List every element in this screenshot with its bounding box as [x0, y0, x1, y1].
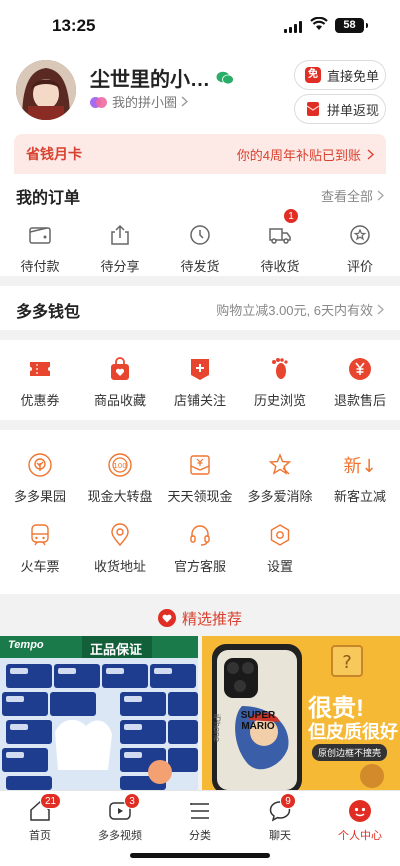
- cashback-button[interactable]: 拼单返现: [294, 94, 386, 124]
- battery-icon: 58: [335, 18, 368, 33]
- train-icon: [27, 522, 53, 548]
- coupon-entry[interactable]: 优惠券: [0, 356, 80, 409]
- store-follow-icon: [187, 356, 213, 382]
- product-subline: 但皮质很好: [308, 722, 398, 742]
- refund-icon: [347, 356, 373, 382]
- chevron-right-icon: [377, 190, 384, 201]
- wallet-title: 多多钱包: [16, 304, 81, 321]
- home-icon: 21: [28, 793, 62, 823]
- free-order-button[interactable]: 免 直接免单: [294, 60, 386, 90]
- recommend-products: Tempo 正品保证 ? iPhone SUPER MARIO 很贵! 但皮质很…: [0, 636, 400, 790]
- savings-month-card[interactable]: 省钱月卡 你的4周年补贴已到账: [14, 134, 386, 174]
- new-customer-entry[interactable]: 新↓ 新客立减: [320, 452, 400, 505]
- order-pending-share[interactable]: 待分享: [80, 222, 160, 275]
- favorite-bag-icon: [107, 356, 133, 382]
- chevron-right-icon: [181, 96, 189, 107]
- wifi-icon: [310, 17, 328, 30]
- category-icon: [188, 799, 212, 823]
- product-tag: 正品保证: [90, 642, 143, 657]
- order-receipt-badge: 1: [283, 208, 299, 224]
- product-image-tissue: [0, 636, 198, 790]
- location-icon: [107, 522, 133, 548]
- wheel-icon: 100: [107, 452, 133, 478]
- status-time: 13:25: [52, 16, 96, 35]
- train-ticket-entry[interactable]: 火车票: [0, 522, 80, 575]
- product-card-tissue[interactable]: Tempo 正品保证: [0, 636, 198, 790]
- chat-badge: 9: [280, 793, 296, 809]
- footprint-icon: [267, 356, 293, 382]
- signal-icon: [284, 21, 302, 33]
- share-icon: [107, 222, 133, 248]
- product-chip: 原创边框不撞壳: [312, 744, 388, 761]
- settings-icon: [267, 522, 293, 548]
- savings-message: 你的4周年补贴已到账: [236, 147, 361, 163]
- chat-icon: 9: [268, 793, 296, 823]
- home-badge: 21: [40, 793, 62, 809]
- free-icon: 免: [305, 67, 321, 83]
- cash-icon: [187, 452, 213, 478]
- orders-title: 我的订单: [16, 190, 81, 207]
- red-envelope-icon: [306, 102, 320, 116]
- star-icon: [267, 452, 293, 478]
- circle-icon: [90, 96, 108, 108]
- recommend-header: 精选推荐: [0, 600, 400, 636]
- chevron-right-icon: [377, 304, 384, 315]
- view-all-orders-link[interactable]: 查看全部: [321, 186, 384, 205]
- services-panel: 优惠券 商品收藏 店铺关注 历史浏览 退款售后: [0, 340, 400, 420]
- video-icon: 3: [108, 793, 140, 823]
- settings-entry[interactable]: 设置: [240, 522, 320, 575]
- username[interactable]: 尘世里的小…: [90, 63, 234, 92]
- headset-icon: [187, 522, 213, 548]
- refund-entry[interactable]: 退款售后: [320, 356, 400, 409]
- customer-service-entry[interactable]: 官方客服: [160, 522, 240, 575]
- wallet-panel[interactable]: 多多钱包 购物立减3.00元, 6天内有效: [0, 286, 400, 330]
- history-entry[interactable]: 历史浏览: [240, 356, 320, 409]
- avatar[interactable]: [16, 60, 76, 120]
- order-pending-shipment[interactable]: 待发货: [160, 222, 240, 275]
- bottom-tab-bar: 21 首页 3 多多视频 分类 9 聊天 个人中心: [0, 790, 400, 866]
- orders-panel: 我的订单 查看全部 待付款 待分享 待发货 1 待收货 评价: [0, 176, 400, 276]
- video-badge: 3: [124, 793, 140, 809]
- home-indicator: [130, 853, 270, 858]
- address-entry[interactable]: 收货地址: [80, 522, 160, 575]
- tab-home[interactable]: 21 首页: [0, 791, 80, 866]
- product-brand: Tempo: [8, 639, 44, 651]
- wallet-icon: [27, 222, 53, 248]
- tab-profile[interactable]: 个人中心: [320, 791, 400, 866]
- wechat-icon: [216, 71, 234, 84]
- review-icon: [347, 222, 373, 248]
- phone-case-text: SUPER MARIO: [240, 710, 276, 732]
- order-pending-receipt[interactable]: 1 待收货: [240, 208, 320, 275]
- product-card-phone-case[interactable]: ? iPhone SUPER MARIO 很贵! 但皮质很好 原创边框不撞壳: [202, 636, 400, 790]
- favorites-entry[interactable]: 商品收藏: [80, 356, 160, 409]
- store-follow-entry[interactable]: 店铺关注: [160, 356, 240, 409]
- new-icon: 新↓: [343, 456, 377, 477]
- daily-cash-entry[interactable]: 天天领现金: [160, 452, 240, 505]
- heart-icon: [157, 609, 176, 627]
- truck-icon: 1: [267, 208, 299, 248]
- svg-text:100: 100: [113, 462, 126, 470]
- phone-case-brand: iPhone: [212, 714, 222, 743]
- profile-icon: [348, 799, 372, 823]
- wallet-note: 购物立减3.00元, 6天内有效: [216, 303, 373, 318]
- order-pending-payment[interactable]: 待付款: [0, 222, 80, 275]
- orchard-entry[interactable]: 多多果园: [0, 452, 80, 505]
- svg-text:?: ?: [342, 652, 352, 673]
- clock-icon: [187, 222, 213, 248]
- pin-circle-link[interactable]: 我的拼小圈: [90, 92, 189, 111]
- coupon-icon: [27, 356, 53, 382]
- chevron-right-icon: [367, 148, 374, 160]
- order-review[interactable]: 评价: [320, 222, 400, 275]
- elimination-game-entry[interactable]: 多多爱消除: [240, 452, 320, 505]
- tree-icon: [27, 452, 53, 478]
- tools-panel: 多多果园 100 现金大转盘 天天领现金 多多爱消除 新↓ 新客立减 火车票 收…: [0, 430, 400, 594]
- cash-wheel-entry[interactable]: 100 现金大转盘: [80, 452, 160, 505]
- status-bar: 13:25 58: [0, 0, 400, 54]
